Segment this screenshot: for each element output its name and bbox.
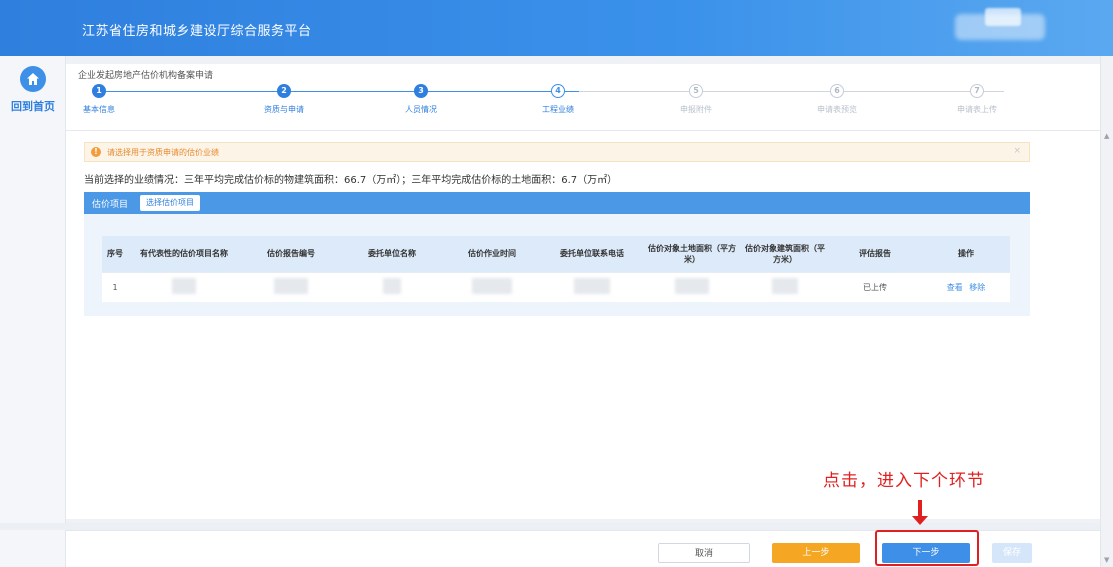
- vertical-scrollbar[interactable]: ▲ ▼: [1100, 56, 1113, 567]
- platform-title: 江苏省住房和城乡建设厅综合服务平台: [82, 24, 312, 39]
- horizontal-scrollbar[interactable]: [0, 523, 1113, 530]
- col-report: 评估报告: [828, 236, 922, 272]
- projects-table: 序号 有代表性的估价项目名称 估价报告编号 委托单位名称 估价作业时间 委托单位…: [102, 236, 1010, 302]
- cell-project-name-redacted: [128, 271, 240, 302]
- cell-land-area-redacted: [642, 271, 742, 302]
- cell-report-number-redacted: [240, 271, 342, 302]
- info-alert: ! 请选择用于资质申请的估价业绩 ×: [84, 142, 1030, 162]
- performance-summary: 当前选择的业绩情况：三年平均完成估价标的物建筑面积：66.7（万㎡）；三年平均完…: [84, 175, 618, 186]
- warning-icon: !: [91, 147, 101, 157]
- col-client-name: 委托单位名称: [342, 236, 442, 272]
- col-report-number: 估价报告编号: [240, 236, 342, 272]
- col-index: 序号: [102, 236, 128, 272]
- cell-building-area-redacted: [742, 271, 828, 302]
- col-land-area: 估价对象土地面积（平方米）: [642, 236, 742, 272]
- step-1: 1 基本信息: [83, 84, 115, 114]
- user-avatar-blurred[interactable]: [985, 8, 1021, 26]
- cell-report-status: 已上传: [828, 271, 922, 302]
- scroll-down-icon[interactable]: ▼: [1104, 556, 1109, 564]
- prev-step-button[interactable]: 上一步: [772, 543, 860, 563]
- annotation-text: 点击，进入下个环节: [823, 471, 985, 491]
- table-row: 1 已上传 查看 移除: [102, 271, 1010, 302]
- section-title: 估价项目: [92, 200, 129, 210]
- step-4: 4 工程业绩: [542, 84, 574, 114]
- col-building-area: 估价对象建筑面积（平方米）: [742, 236, 828, 272]
- cell-work-time-redacted: [442, 271, 542, 302]
- cell-index: 1: [102, 271, 128, 302]
- close-icon[interactable]: ×: [1013, 146, 1021, 156]
- main-panel: 企业发起房地产估价机构备案申请 1 基本信息 2 资质与申请 3 人员情况 4 …: [66, 64, 1100, 519]
- alert-text: 请选择用于资质申请的估价业绩: [107, 148, 219, 157]
- view-link[interactable]: 查看: [947, 283, 963, 292]
- step-6: 6 申请表预览: [817, 84, 857, 114]
- home-icon: [27, 73, 39, 85]
- top-header: 江苏省住房和城乡建设厅综合服务平台: [0, 0, 1113, 56]
- cell-client-phone-redacted: [542, 271, 642, 302]
- left-sidebar: 回到首页: [0, 56, 66, 567]
- valuation-projects-section: 估价项目 选择估价项目 序号 有代表性的估价项目名称 估价报告编号 委托单位名称…: [84, 192, 1030, 316]
- remove-link[interactable]: 移除: [969, 283, 985, 292]
- home-button[interactable]: [20, 66, 46, 92]
- home-label[interactable]: 回到首页: [8, 98, 58, 114]
- col-actions: 操作: [922, 236, 1010, 272]
- cell-actions: 查看 移除: [922, 271, 1010, 302]
- step-7: 7 申请表上传: [957, 84, 997, 114]
- annotation-highlight-box: [875, 530, 979, 566]
- col-client-phone: 委托单位联系电话: [542, 236, 642, 272]
- steps-divider: [66, 130, 1100, 131]
- cell-client-name-redacted: [342, 271, 442, 302]
- cancel-button[interactable]: 取消: [658, 543, 750, 563]
- col-work-time: 估价作业时间: [442, 236, 542, 272]
- step-progress: 1 基本信息 2 资质与申请 3 人员情况 4 工程业绩 5 申报附件 6 申请…: [66, 82, 1100, 132]
- save-button[interactable]: 保存: [992, 543, 1032, 563]
- arrow-down-icon: [912, 516, 928, 525]
- step-5: 5 申报附件: [680, 84, 712, 114]
- scroll-up-icon[interactable]: ▲: [1104, 132, 1109, 140]
- step-2: 2 资质与申请: [264, 84, 304, 114]
- breadcrumb: 企业发起房地产估价机构备案申请: [78, 71, 214, 81]
- table-header-row: 序号 有代表性的估价项目名称 估价报告编号 委托单位名称 估价作业时间 委托单位…: [102, 236, 1010, 272]
- section-header: 估价项目 选择估价项目: [84, 192, 1030, 214]
- col-project-name: 有代表性的估价项目名称: [128, 236, 240, 272]
- select-project-button[interactable]: 选择估价项目: [140, 195, 200, 211]
- step-3: 3 人员情况: [405, 84, 437, 114]
